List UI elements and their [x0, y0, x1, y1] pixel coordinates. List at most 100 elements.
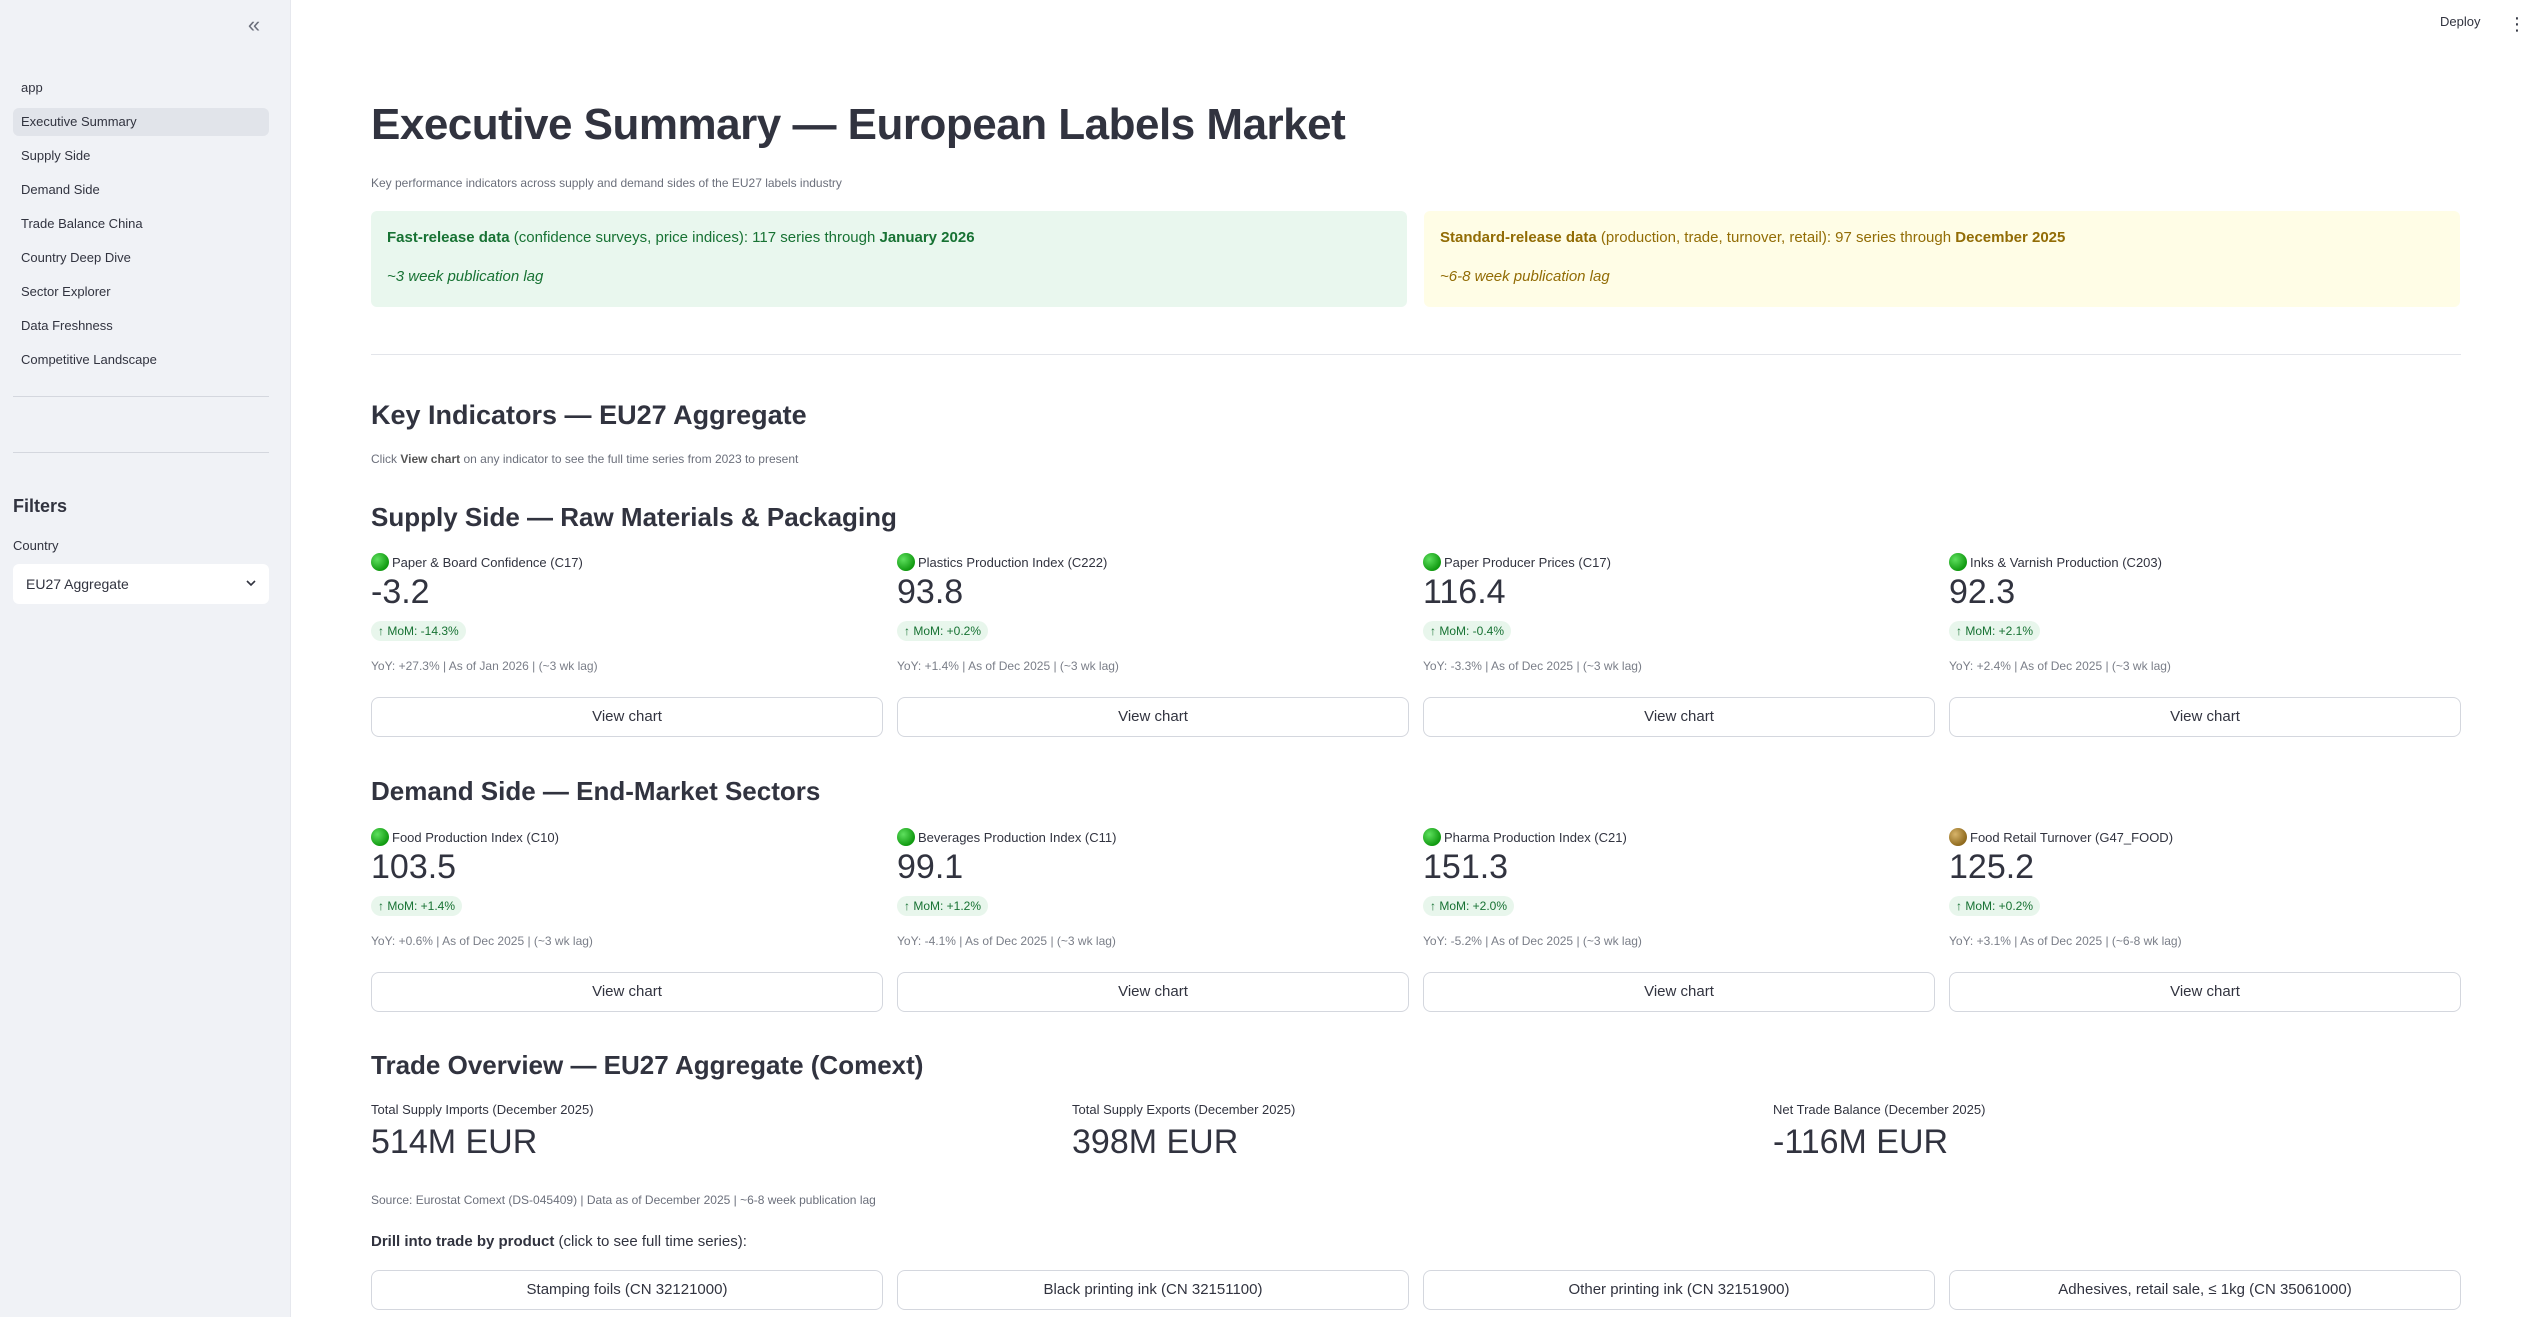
standard-release-text: (production, trade, turnover, retail): 9… [1596, 229, 1956, 246]
metric-card: Food Retail Turnover (G47_FOOD) 125.2 ↑ … [1949, 828, 2461, 1012]
standard-release-lag: ~6-8 week publication lag [1440, 268, 1610, 285]
trade-source-caption: Source: Eurostat Comext (DS-045409) | Da… [371, 1193, 876, 1207]
trade-metric: Total Supply Imports (December 2025) 514… [371, 1102, 1051, 1162]
page-title: Executive Summary — European Labels Mark… [371, 100, 1346, 149]
metric-meta: YoY: -4.1% | As of Dec 2025 | (~3 wk lag… [897, 934, 1116, 948]
sidebar-item-sector-explorer[interactable]: Sector Explorer [13, 278, 269, 306]
status-green-icon [1423, 553, 1441, 571]
view-chart-button[interactable]: View chart [371, 697, 883, 737]
caption-pre: Click [371, 452, 401, 466]
metric-value: 99.1 [897, 848, 964, 886]
key-indicators-title: Key Indicators — EU27 Aggregate [371, 400, 807, 430]
sidebar: « app Executive Summary Supply Side Dema… [0, 0, 291, 1317]
metric-value: 116.4 [1423, 573, 1506, 611]
metric-meta: YoY: +27.3% | As of Jan 2026 | (~3 wk la… [371, 659, 598, 673]
metric-label: Food Retail Turnover (G47_FOOD) [1970, 829, 2174, 845]
status-green-icon [371, 553, 389, 571]
metric-value: 92.3 [1949, 573, 2016, 611]
status-green-icon [371, 828, 389, 846]
metric-meta: YoY: +1.4% | As of Dec 2025 | (~3 wk lag… [897, 659, 1119, 673]
metric-card: Paper & Board Confidence (C17) -3.2 ↑ Mo… [371, 553, 883, 737]
metric-meta: YoY: +0.6% | As of Dec 2025 | (~3 wk lag… [371, 934, 593, 948]
deploy-button[interactable]: Deploy [2440, 14, 2480, 29]
metric-delta: ↑ MoM: +1.4% [371, 896, 463, 916]
key-indicators-caption: Click View chart on any indicator to see… [371, 452, 798, 466]
sidebar-item-demand-side[interactable]: Demand Side [13, 176, 269, 204]
trade-overview-title: Trade Overview — EU27 Aggregate (Comext) [371, 1050, 924, 1080]
product-button-other-printing-ink[interactable]: Other printing ink (CN 32151900) [1423, 1270, 1935, 1310]
metric-value: 151.3 [1423, 848, 1509, 886]
trade-metric-value: -116M EUR [1773, 1123, 1949, 1161]
metric-delta: ↑ MoM: +0.2% [897, 621, 989, 641]
view-chart-button[interactable]: View chart [1949, 972, 2461, 1012]
sidebar-item-executive-summary[interactable]: Executive Summary [13, 108, 269, 136]
fast-release-lag: ~3 week publication lag [387, 268, 544, 285]
metric-label: Pharma Production Index (C21) [1444, 829, 1627, 845]
metric-meta: YoY: -5.2% | As of Dec 2025 | (~3 wk lag… [1423, 934, 1642, 948]
demand-side-title: Demand Side — End-Market Sectors [371, 776, 821, 806]
trade-metric-value: 398M EUR [1072, 1123, 1239, 1161]
drill-into-trade-text: Drill into trade by product (click to se… [371, 1233, 747, 1250]
sidebar-item-competitive-landscape[interactable]: Competitive Landscape [13, 346, 269, 374]
trade-metric-label: Total Supply Exports (December 2025) [1072, 1102, 1296, 1117]
metric-value: 93.8 [897, 573, 964, 611]
metric-meta: YoY: +2.4% | As of Dec 2025 | (~3 wk lag… [1949, 659, 2171, 673]
trade-metric-label: Total Supply Imports (December 2025) [371, 1102, 594, 1117]
fast-release-date: January 2026 [879, 229, 975, 246]
sidebar-item-data-freshness[interactable]: Data Freshness [13, 312, 269, 340]
metric-card: Plastics Production Index (C222) 93.8 ↑ … [897, 553, 1409, 737]
status-amber-icon [1949, 828, 1967, 846]
drill-bold: Drill into trade by product [371, 1233, 555, 1250]
trade-metric: Net Trade Balance (December 2025) -116M … [1773, 1102, 2453, 1162]
drill-post: (click to see full time series): [554, 1233, 747, 1250]
supply-side-title: Supply Side — Raw Materials & Packaging [371, 502, 897, 532]
metric-delta: ↑ MoM: +2.1% [1949, 621, 2041, 641]
metric-delta: ↑ MoM: -0.4% [1423, 621, 1512, 641]
status-green-icon [897, 553, 915, 571]
view-chart-button[interactable]: View chart [371, 972, 883, 1012]
filters-title: Filters [13, 496, 68, 516]
product-button-black-printing-ink[interactable]: Black printing ink (CN 32151100) [897, 1270, 1409, 1310]
metric-delta: ↑ MoM: +0.2% [1949, 896, 2041, 916]
caption-bold: View chart [400, 452, 461, 466]
more-options-icon[interactable]: ⋮ [2508, 12, 2526, 36]
standard-release-banner: Standard-release data (production, trade… [1424, 211, 2460, 307]
sidebar-item-trade-balance-china[interactable]: Trade Balance China [13, 210, 269, 238]
view-chart-button[interactable]: View chart [1423, 972, 1935, 1012]
metric-card: Inks & Varnish Production (C203) 92.3 ↑ … [1949, 553, 2461, 737]
fast-release-banner: Fast-release data (confidence surveys, p… [371, 211, 1407, 307]
fast-release-text: (confidence surveys, price indices): 117… [509, 229, 880, 246]
metric-value: -3.2 [371, 573, 430, 611]
metric-meta: YoY: +3.1% | As of Dec 2025 | (~6-8 wk l… [1949, 934, 2182, 948]
metric-label: Plastics Production Index (C222) [918, 554, 1108, 570]
page-subtitle: Key performance indicators across supply… [371, 176, 842, 190]
sidebar-item-country-deep-dive[interactable]: Country Deep Dive [13, 244, 269, 272]
metric-label: Beverages Production Index (C11) [918, 829, 1117, 845]
fast-release-bold: Fast-release data [387, 229, 510, 246]
metric-delta: ↑ MoM: +1.2% [897, 896, 989, 916]
sidebar-item-app[interactable]: app [13, 74, 269, 102]
sidebar-item-supply-side[interactable]: Supply Side [13, 142, 269, 170]
view-chart-button[interactable]: View chart [1949, 697, 2461, 737]
product-button-adhesives[interactable]: Adhesives, retail sale, ≤ 1kg (CN 350610… [1949, 1270, 2461, 1310]
trade-metric-label: Net Trade Balance (December 2025) [1773, 1102, 1986, 1117]
trade-metric-value: 514M EUR [371, 1123, 538, 1161]
metric-label: Paper Producer Prices (C17) [1444, 554, 1611, 570]
metric-card: Pharma Production Index (C21) 151.3 ↑ Mo… [1423, 828, 1935, 1012]
caption-post: on any indicator to see the full time se… [460, 452, 799, 466]
metric-meta: YoY: -3.3% | As of Dec 2025 | (~3 wk lag… [1423, 659, 1642, 673]
status-green-icon [1423, 828, 1441, 846]
country-select[interactable]: EU27 Aggregate [13, 564, 269, 604]
view-chart-button[interactable]: View chart [1423, 697, 1935, 737]
chevron-down-icon [245, 564, 257, 620]
metric-card: Beverages Production Index (C11) 99.1 ↑ … [897, 828, 1409, 1012]
collapse-sidebar-icon[interactable]: « [240, 12, 268, 40]
view-chart-button[interactable]: View chart [897, 972, 1409, 1012]
view-chart-button[interactable]: View chart [897, 697, 1409, 737]
country-select-value: EU27 Aggregate [26, 576, 129, 592]
metric-label: Food Production Index (C10) [392, 829, 559, 845]
product-button-stamping-foils[interactable]: Stamping foils (CN 32121000) [371, 1270, 883, 1310]
country-label: Country [13, 538, 59, 553]
metric-value: 125.2 [1949, 848, 2035, 886]
trade-metric: Total Supply Exports (December 2025) 398… [1072, 1102, 1752, 1162]
